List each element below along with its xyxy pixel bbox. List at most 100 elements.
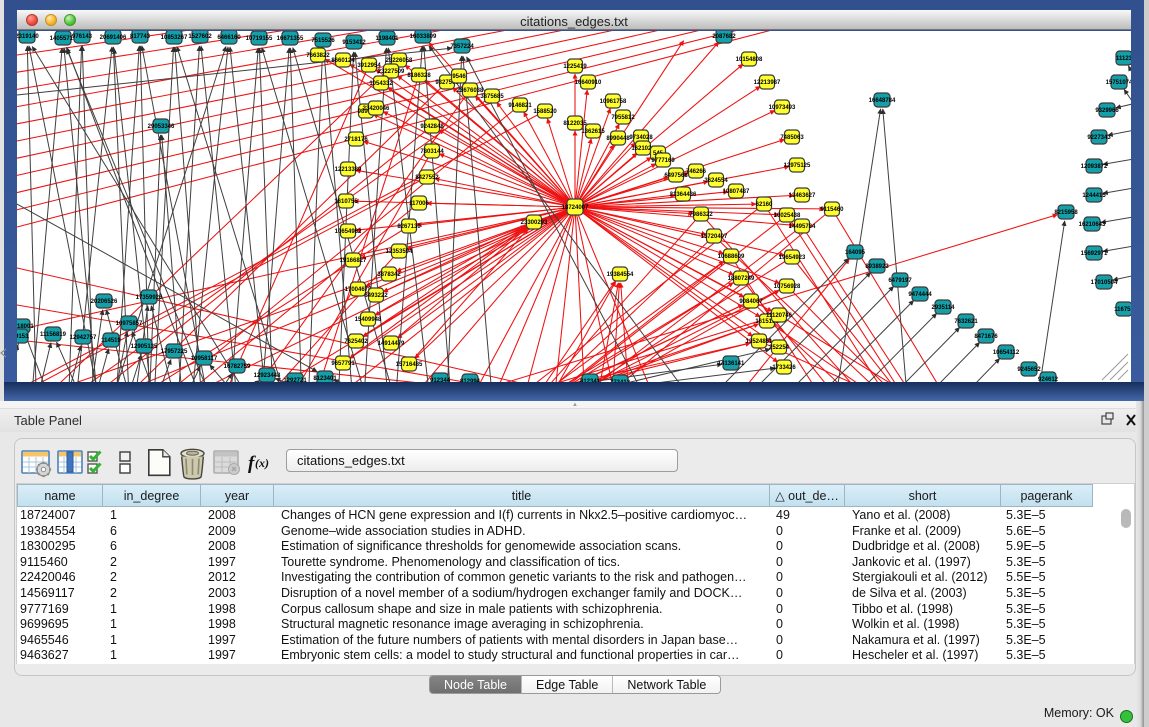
svg-text:17957225: 17957225 xyxy=(161,349,188,355)
svg-text:39153: 39153 xyxy=(17,334,29,340)
svg-text:9777169: 9777169 xyxy=(651,158,675,164)
svg-text:9734028: 9734028 xyxy=(629,135,653,141)
svg-text:10154808: 10154808 xyxy=(736,57,763,63)
svg-text:3624554: 3624554 xyxy=(704,178,728,184)
svg-text:3875685: 3875685 xyxy=(480,94,504,100)
svg-text:19654923: 19654923 xyxy=(779,255,806,261)
svg-text:9329966: 9329966 xyxy=(1095,108,1119,114)
svg-text:16671355: 16671355 xyxy=(277,36,304,42)
svg-text:16033809: 16033809 xyxy=(410,34,437,40)
svg-text:817743: 817743 xyxy=(130,34,151,40)
svg-text:773412: 773412 xyxy=(610,380,631,382)
svg-text:29053346: 29053346 xyxy=(148,124,175,130)
svg-text:9146821: 9146821 xyxy=(508,103,532,109)
svg-text:1527602: 1527602 xyxy=(188,34,212,40)
svg-text:924612: 924612 xyxy=(1038,377,1059,382)
svg-text:10853267: 10853267 xyxy=(161,35,188,41)
svg-text:10973493: 10973493 xyxy=(769,105,796,111)
svg-text:1244415: 1244415 xyxy=(1082,193,1106,199)
svg-text:23227509: 23227509 xyxy=(378,69,405,75)
svg-text:12923448: 12923448 xyxy=(254,373,281,379)
svg-text:10975857: 10975857 xyxy=(116,321,143,327)
svg-text:10807487: 10807487 xyxy=(723,189,750,195)
svg-text:15716485: 15716485 xyxy=(396,362,423,368)
svg-text:12905135: 12905135 xyxy=(131,344,158,350)
svg-text:16648784: 16648784 xyxy=(869,98,896,104)
svg-text:15751074: 15751074 xyxy=(1106,80,1131,86)
svg-text:15409948: 15409948 xyxy=(355,317,382,323)
svg-text:10688609: 10688609 xyxy=(718,254,745,260)
svg-text:19166827: 19166827 xyxy=(340,258,367,264)
svg-text:7986322: 7986322 xyxy=(689,212,713,218)
svg-text:15720407: 15720407 xyxy=(701,234,728,240)
svg-text:9546: 9546 xyxy=(452,74,466,80)
svg-text:746266: 746266 xyxy=(686,169,707,175)
svg-text:7803144: 7803144 xyxy=(420,149,444,155)
svg-text:9474444: 9474444 xyxy=(908,292,932,298)
svg-text:8427552: 8427552 xyxy=(415,175,439,181)
svg-text:7357224: 7357224 xyxy=(450,44,474,50)
svg-text:8660124: 8660124 xyxy=(331,58,355,64)
svg-text:164095: 164095 xyxy=(845,250,866,256)
svg-text:12213987: 12213987 xyxy=(754,80,781,86)
svg-text:9657791: 9657791 xyxy=(331,361,355,367)
svg-text:10958117: 10958117 xyxy=(191,356,218,362)
svg-text:252254: 252254 xyxy=(769,345,790,351)
svg-text:1610755: 1610755 xyxy=(334,199,358,205)
svg-text:117006: 117006 xyxy=(409,201,429,207)
svg-text:9242848: 9242848 xyxy=(420,124,444,130)
svg-text:2087682: 2087682 xyxy=(712,34,736,40)
svg-text:11156819: 11156819 xyxy=(40,332,67,338)
svg-text:10756928: 10756928 xyxy=(774,284,801,290)
svg-text:9227343: 9227343 xyxy=(1087,135,1111,141)
svg-text:8493222: 8493222 xyxy=(364,293,388,299)
svg-text:12093872: 12093872 xyxy=(1081,164,1108,170)
svg-text:1225419: 1225419 xyxy=(563,64,587,70)
svg-text:12353594: 12353594 xyxy=(386,249,413,255)
svg-text:912344: 912344 xyxy=(430,378,451,382)
svg-text:114519: 114519 xyxy=(101,338,121,344)
svg-text:2935114: 2935114 xyxy=(931,305,955,311)
svg-text:23420046: 23420046 xyxy=(363,106,390,112)
svg-text:18807249: 18807249 xyxy=(728,276,755,282)
svg-text:8471676: 8471676 xyxy=(974,334,998,340)
svg-text:7515526: 7515526 xyxy=(311,38,335,44)
svg-text:8123401: 8123401 xyxy=(313,376,337,382)
svg-text:14136141: 14136141 xyxy=(718,361,745,367)
svg-text:21364436: 21364436 xyxy=(670,192,697,198)
svg-text:15692971: 15692971 xyxy=(1081,251,1108,257)
svg-text:17359926: 17359926 xyxy=(136,295,163,301)
svg-text:12975125: 12975125 xyxy=(784,163,811,169)
svg-text:19384554: 19384554 xyxy=(607,272,634,278)
svg-text:8990448: 8990448 xyxy=(606,136,630,142)
svg-text:9245652: 9245652 xyxy=(1017,367,1041,373)
svg-text:9153412: 9153412 xyxy=(342,40,366,46)
svg-text:10719155: 10719155 xyxy=(246,36,273,42)
svg-text:7485063: 7485063 xyxy=(780,135,804,141)
svg-text:10654112: 10654112 xyxy=(993,350,1020,356)
svg-text:6466160: 6466160 xyxy=(217,35,241,41)
svg-text:16640910: 16640910 xyxy=(575,80,602,86)
svg-text:1198401: 1198401 xyxy=(375,36,399,42)
svg-text:10961758: 10961758 xyxy=(600,99,627,105)
svg-text:20206526: 20206526 xyxy=(91,299,118,305)
svg-text:23226058: 23226058 xyxy=(386,58,413,64)
svg-text:1362615: 1362615 xyxy=(581,129,605,135)
svg-text:7625402: 7625402 xyxy=(344,339,368,345)
svg-text:62160: 62160 xyxy=(756,202,773,208)
svg-text:20691406: 20691406 xyxy=(100,35,127,41)
svg-text:1054332: 1054332 xyxy=(369,81,393,87)
svg-text:116753: 116753 xyxy=(1114,307,1131,313)
svg-text:18724007: 18724007 xyxy=(562,205,589,211)
svg-text:8267130: 8267130 xyxy=(397,224,421,230)
svg-text:7632621: 7632621 xyxy=(954,319,978,325)
svg-text:17010504: 17010504 xyxy=(1091,280,1118,286)
svg-text:13463627: 13463627 xyxy=(789,193,816,199)
svg-text:10025438: 10025438 xyxy=(774,213,801,219)
svg-text:6497568: 6497568 xyxy=(664,173,688,179)
svg-text:1733426: 1733426 xyxy=(772,365,796,371)
svg-text:6479197: 6479197 xyxy=(888,278,912,284)
svg-text:812994: 812994 xyxy=(460,379,481,382)
svg-text:2319140: 2319140 xyxy=(17,34,39,40)
svg-text:12942757: 12942757 xyxy=(70,335,97,341)
